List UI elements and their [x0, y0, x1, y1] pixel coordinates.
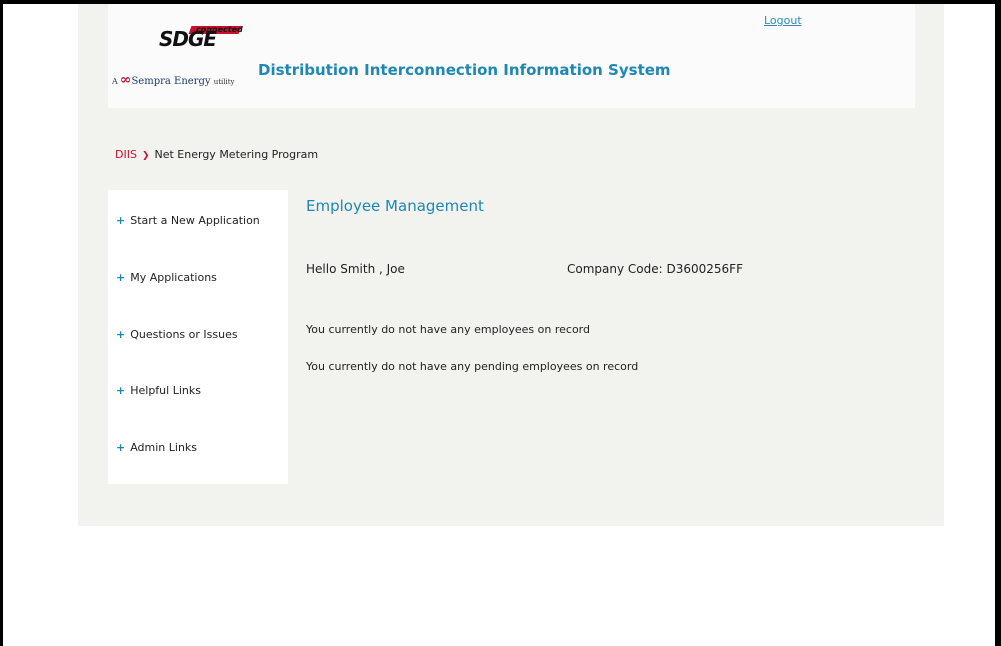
plus-icon: +	[116, 214, 126, 227]
sidebar-item-label: Questions or Issues	[130, 328, 238, 341]
sempra-ribbon-icon: ∞	[119, 72, 132, 88]
plus-icon: +	[116, 271, 126, 284]
logo-utility: utility	[213, 78, 235, 86]
breadcrumb: DIIS ❯ Net Energy Metering Program	[115, 148, 318, 161]
breadcrumb-root[interactable]: DIIS	[115, 148, 137, 161]
plus-icon: +	[116, 441, 126, 454]
greeting-text: Hello Smith , Joe	[306, 262, 405, 276]
sidebar-item-label: Helpful Links	[130, 384, 201, 397]
sidebar-item-start-application[interactable]: + Start a New Application	[116, 214, 260, 227]
sidebar-item-label: My Applications	[130, 271, 217, 284]
site-title: Distribution Interconnection Information…	[258, 61, 671, 79]
window-border-right	[995, 0, 1001, 646]
pending-employees-message: You currently do not have any pending em…	[306, 360, 639, 373]
plus-icon: +	[116, 384, 126, 397]
employees-message: You currently do not have any employees …	[306, 323, 590, 336]
page-title: Employee Management	[306, 197, 484, 215]
sidebar-item-label: Admin Links	[130, 441, 198, 454]
sidebar-item-my-applications[interactable]: + My Applications	[116, 271, 217, 284]
sdge-logo[interactable]: SDGE connected A ∞Sempra Energy utility	[112, 22, 257, 97]
chevron-right-icon: ❯	[141, 151, 150, 161]
sidebar-item-helpful-links[interactable]: + Helpful Links	[116, 384, 201, 397]
sidebar-item-label: Start a New Application	[130, 214, 260, 227]
plus-icon: +	[116, 328, 126, 341]
logo-sempra-prefix: A	[112, 77, 118, 86]
logo-sempra: A ∞Sempra Energy utility	[112, 72, 235, 88]
window-border-left	[0, 0, 3, 646]
sidebar-item-questions[interactable]: + Questions or Issues	[116, 328, 238, 341]
company-code: Company Code: D3600256FF	[567, 262, 743, 276]
breadcrumb-current: Net Energy Metering Program	[154, 148, 319, 161]
logo-sempra-name: Sempra Energy	[131, 76, 211, 87]
sidebar: + Start a New Application + My Application…	[108, 190, 288, 484]
logout-link[interactable]: Logout	[764, 14, 802, 27]
sidebar-item-admin-links[interactable]: + Admin Links	[116, 441, 197, 454]
logo-tagline: connected	[196, 25, 243, 34]
